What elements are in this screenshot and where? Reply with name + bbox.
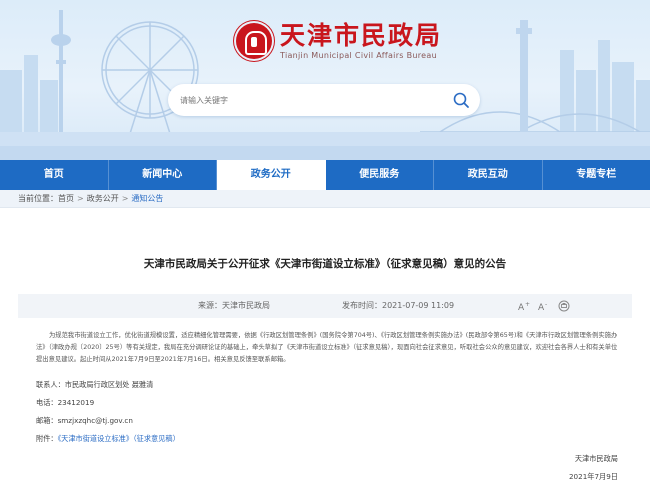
nav-item-special-topics[interactable]: 专题专栏 <box>543 160 650 190</box>
nav-item-services[interactable]: 便民服务 <box>326 160 434 190</box>
site-name-en: Tianjin Municipal Civil Affairs Bureau <box>280 51 437 60</box>
article-title: 天津市民政局关于公开征求《天津市街道设立标准》（征求意见稿）意见的公告 <box>143 258 507 270</box>
print-icon <box>558 300 570 312</box>
font-decrease-icon: A - <box>538 301 547 312</box>
svg-text:A: A <box>518 303 525 312</box>
nav-item-home[interactable]: 首页 <box>0 160 109 190</box>
article-attachment: 附件：《天津市街道设立标准》（征求意见稿） <box>36 434 180 444</box>
article-body: 为规范我市街道设立工作，优化街道规模设置，适应精细化管理需要，依据《行政区划管理… <box>36 332 618 363</box>
font-increase-icon: A + <box>518 301 530 312</box>
breadcrumb-gov-affairs[interactable]: 政务公开 <box>87 194 119 203</box>
site-logo[interactable]: 天津市民政局 Tianjin Municipal Civil Affairs B… <box>236 22 442 60</box>
article-phone: 电话：23412019 <box>36 398 95 407</box>
font-increase-button[interactable]: A + <box>517 299 531 313</box>
nav-item-gov-affairs[interactable]: 政务公开 <box>217 160 326 190</box>
article-source: 来源：天津市民政局 <box>198 301 270 310</box>
nav-item-interaction[interactable]: 政民互动 <box>434 160 543 190</box>
attachment-label: 附件： <box>36 434 58 443</box>
article-tools: A + A - <box>517 299 571 313</box>
breadcrumb-separator: > <box>121 194 129 203</box>
header-banner: 天津市民政局 Tianjin Municipal Civil Affairs B… <box>0 0 650 160</box>
breadcrumb-notices[interactable]: 通知公告 <box>131 194 163 203</box>
font-decrease-button[interactable]: A - <box>537 299 551 313</box>
breadcrumb: 当前位置：首页 > 政务公开 > 通知公告 <box>0 190 650 208</box>
breadcrumb-home[interactable]: 首页 <box>58 194 74 203</box>
svg-text:-: - <box>545 301 547 308</box>
site-name: 天津市民政局 <box>280 21 443 50</box>
attachment-link[interactable]: 《天津市街道设立标准》（征求意见稿） <box>58 434 180 443</box>
svg-text:A: A <box>538 303 545 312</box>
article-publish-time: 发布时间：2021-07-09 11:09 <box>342 301 455 310</box>
article-signature-org: 天津市民政局 <box>574 454 618 463</box>
article-contact: 联系人：市民政局行政区划处 聂雅清 <box>36 380 154 389</box>
print-button[interactable] <box>557 299 571 313</box>
article: 天津市民政局关于公开征求《天津市街道设立标准》（征求意见稿）意见的公告 来源：天… <box>18 208 632 492</box>
breadcrumb-prefix: 当前位置： <box>18 194 58 203</box>
article-email: 邮箱：smzjxzqhc@tj.gov.cn <box>36 416 133 425</box>
civil-affairs-emblem-icon <box>236 23 272 59</box>
main-nav: 首页 新闻中心 政务公开 便民服务 政民互动 专题专栏 <box>0 160 650 190</box>
breadcrumb-separator: > <box>77 194 84 203</box>
search-box <box>168 84 480 116</box>
nav-item-news[interactable]: 新闻中心 <box>109 160 217 190</box>
article-meta-bar: 来源：天津市民政局 发布时间：2021-07-09 11:09 A + A - <box>18 294 632 318</box>
search-input[interactable] <box>180 91 440 109</box>
svg-text:+: + <box>525 301 530 308</box>
search-icon[interactable] <box>452 91 470 109</box>
article-signature-date: 2021年7月9日 <box>568 472 618 481</box>
